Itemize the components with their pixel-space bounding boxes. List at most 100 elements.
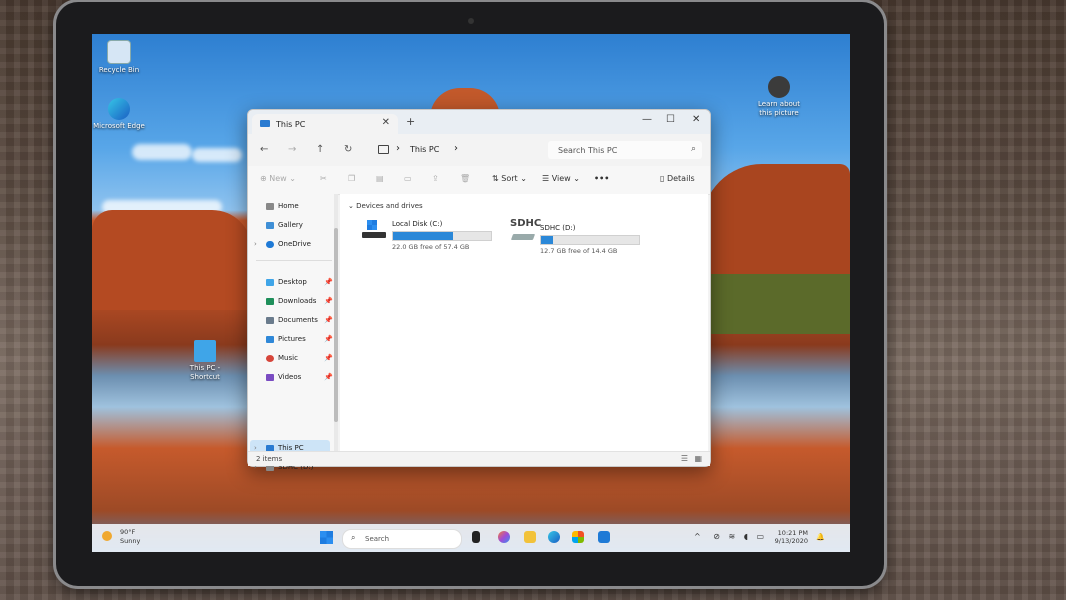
forward-icon[interactable]: →: [288, 144, 296, 155]
sidebar-item-documents[interactable]: Documents 📌: [266, 316, 333, 324]
close-tab-icon[interactable]: ✕: [382, 117, 390, 128]
drive-free-space: 12.7 GB free of 14.4 GB: [540, 247, 618, 255]
clock[interactable]: 10:21 PM 9/13/2020: [772, 529, 808, 545]
clock-date: 9/13/2020: [774, 537, 808, 545]
clock-time: 10:21 PM: [777, 529, 808, 537]
up-icon[interactable]: ↑: [316, 144, 324, 155]
edge-logo-icon: [108, 98, 130, 120]
view-button[interactable]: ☰ View ⌄: [542, 174, 580, 183]
edge-logo-icon[interactable]: [548, 531, 560, 543]
download-icon: [266, 297, 274, 305]
new-button[interactable]: ⊕ New ⌄: [260, 174, 296, 183]
sidebar-item-label: OneDrive: [278, 240, 311, 248]
system-tray[interactable]: ^ ⊘ ≋ ◖ ▭: [694, 532, 764, 541]
desktop-icon-label: This PC - Shortcut: [189, 364, 221, 381]
desktop-icon: [266, 278, 274, 286]
minimize-icon[interactable]: —: [642, 114, 652, 125]
this-pc-shortcut-icon[interactable]: This PC - Shortcut: [178, 340, 232, 382]
chevron-up-icon[interactable]: ^: [694, 532, 701, 541]
back-icon[interactable]: ←: [260, 144, 268, 155]
scrollbar-thumb[interactable]: [334, 228, 338, 422]
sidebar-item-pictures[interactable]: Pictures 📌: [266, 335, 333, 343]
usage-bar: [392, 231, 492, 241]
sidebar-item-downloads[interactable]: Downloads 📌: [266, 297, 333, 305]
file-explorer-window: This PC ✕ + — ☐ ✕ ← → ↑ ↻ › This PC › Se…: [247, 109, 711, 471]
store-icon[interactable]: [572, 531, 584, 543]
sidebar-item-gallery[interactable]: Gallery: [266, 221, 303, 229]
breadcrumb[interactable]: This PC: [410, 145, 439, 154]
sidebar-item-onedrive[interactable]: OneDrive: [266, 240, 311, 248]
maximize-icon[interactable]: ☐: [666, 114, 675, 125]
pin-icon: 📌: [324, 297, 333, 305]
rock-formation: [92, 210, 252, 310]
taskbar-search[interactable]: ⌕ Search: [342, 529, 462, 549]
start-button[interactable]: [320, 531, 333, 544]
copilot-icon[interactable]: [498, 531, 510, 543]
trees: [692, 274, 850, 334]
edge-icon[interactable]: Microsoft Edge: [92, 98, 146, 131]
volume-icon[interactable]: ◖: [744, 532, 748, 541]
task-view-icon[interactable]: [472, 531, 480, 543]
camera: [468, 18, 474, 24]
battery-icon[interactable]: ▭: [757, 532, 765, 541]
weather-condition: Sunny: [120, 537, 141, 545]
sdhc-logo: SDHC: [510, 218, 542, 229]
desktop-icon-label: Recycle Bin: [98, 66, 140, 74]
disk-icon: [362, 232, 386, 238]
tiles-view-icon[interactable]: ▦: [694, 454, 702, 463]
pin-icon: 📌: [324, 373, 333, 381]
drive-name: SDHC (D:): [540, 224, 576, 232]
content-pane: ⌄ Devices and drives Local Disk (C:) 22.…: [340, 194, 708, 452]
sidebar-item-desktop[interactable]: Desktop 📌: [266, 278, 333, 286]
pin-icon: 📌: [324, 316, 333, 324]
sidebar-item-label: Music: [278, 354, 298, 362]
windows-logo-icon: [367, 220, 377, 230]
more-options-button[interactable]: •••: [594, 174, 609, 183]
chevron-right-icon[interactable]: ›: [254, 240, 257, 248]
share-icon[interactable]: ⇪: [432, 174, 439, 183]
usage-fill: [393, 232, 454, 240]
file-explorer-icon[interactable]: [524, 531, 536, 543]
section-header[interactable]: ⌄ Devices and drives: [348, 202, 423, 210]
delete-icon[interactable]: 🗑: [460, 174, 470, 183]
pin-icon: 📌: [324, 278, 333, 286]
sidebar-item-videos[interactable]: Videos 📌: [266, 373, 333, 381]
mail-icon[interactable]: [598, 531, 610, 543]
details-view-icon[interactable]: ☰: [681, 454, 688, 463]
details-button[interactable]: ▯ Details: [660, 174, 695, 183]
recycle-bin-icon[interactable]: Recycle Bin: [92, 40, 146, 75]
network-off-icon[interactable]: ⊘: [713, 532, 720, 541]
bin-icon: [107, 40, 131, 64]
sidebar-scrollbar[interactable]: [334, 194, 338, 452]
cloud: [192, 148, 242, 162]
sidebar-item-home[interactable]: Home: [266, 202, 299, 210]
close-window-icon[interactable]: ✕: [692, 114, 700, 125]
cloud: [132, 144, 192, 160]
address-bar-row: ← → ↑ ↻ › This PC › Search This PC ⌕: [248, 134, 710, 166]
sort-button[interactable]: ⇅ Sort ⌄: [492, 174, 527, 183]
wifi-icon[interactable]: ≋: [729, 532, 736, 541]
weather-temp: 90°F: [120, 528, 136, 536]
new-tab-button[interactable]: +: [406, 115, 415, 128]
sun-icon: [102, 531, 112, 541]
tab-this-pc[interactable]: This PC ✕: [252, 114, 398, 134]
learn-about-picture-icon[interactable]: Learn about this picture: [752, 76, 806, 118]
rename-icon[interactable]: ▭: [404, 174, 412, 183]
cut-icon[interactable]: ✂: [320, 174, 327, 183]
refresh-icon[interactable]: ↻: [344, 144, 352, 155]
copy-icon[interactable]: ❐: [348, 174, 355, 183]
sidebar-item-music[interactable]: Music 📌: [266, 354, 333, 362]
view-label: View: [551, 174, 571, 183]
music-icon: [266, 354, 274, 362]
command-bar: ⊕ New ⌄ ✂ ❐ ▤ ▭ ⇪ 🗑 ⇅ Sort ⌄ ☰ View ⌄ ••…: [248, 166, 710, 195]
search-icon: ⌕: [351, 533, 356, 542]
notification-bell-icon[interactable]: 🔔: [816, 533, 825, 541]
chevron-right-icon[interactable]: ›: [454, 143, 458, 154]
desktop: Recycle Bin Microsoft Edge This PC - Sho…: [92, 34, 850, 552]
search-input[interactable]: Search This PC ⌕: [548, 141, 702, 159]
sd-card-icon: SDHC: [510, 218, 542, 246]
paste-icon[interactable]: ▤: [376, 174, 384, 183]
address-bar[interactable]: › This PC ›: [378, 140, 538, 160]
desktop-icon-label: Microsoft Edge: [93, 122, 145, 130]
sidebar-item-label: Home: [278, 202, 299, 210]
